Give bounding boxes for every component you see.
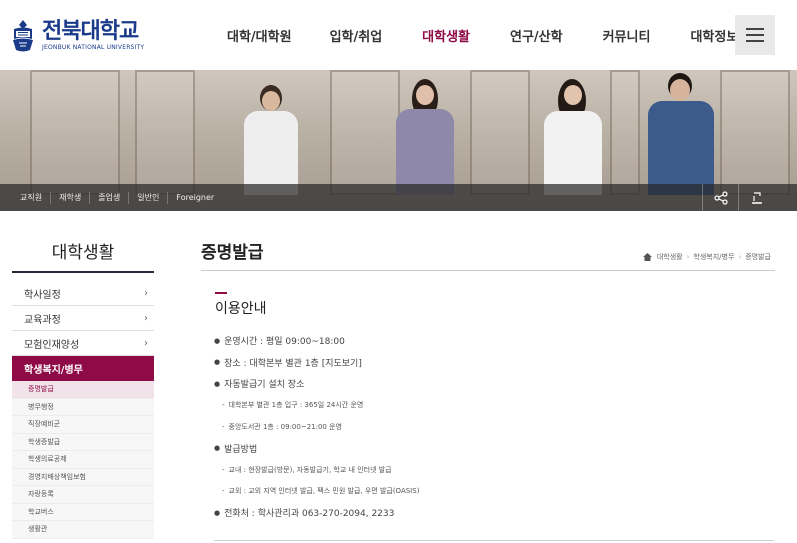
sidebar-item-academic-calendar[interactable]: 학사일정 › — [12, 281, 154, 306]
print-icon — [751, 191, 762, 204]
emblem-icon — [13, 20, 33, 52]
hero-banner: 교직원 재학생 졸업생 일반인 Foreigner — [0, 70, 797, 211]
info-subrow: - 중앙도서관 1층 : 09:00~21:00 운영 — [222, 422, 342, 431]
submenu-item-medical[interactable]: 학생의료공제 — [12, 451, 154, 469]
quick-link-students[interactable]: 재학생 — [51, 191, 91, 204]
student-photo — [540, 79, 604, 195]
info-subrow: - 대학본부 별관 1층 입구 : 365일 24시간 운영 — [222, 401, 364, 410]
breadcrumb: 대학생활 › 학생복지/병무 › 증명발급 — [642, 252, 771, 262]
chevron-right-icon: › — [144, 287, 148, 299]
sidebar-title: 대학생활 — [51, 243, 115, 263]
submenu-item-insurance[interactable]: 경영지배상책임보험 — [12, 469, 154, 486]
submenu-item-certificate[interactable]: 증명발급 — [12, 381, 154, 399]
submenu-item-reserve[interactable]: 직장예비군 — [12, 416, 154, 434]
quick-link-foreigner[interactable]: Foreigner — [168, 192, 222, 204]
info-subrow: - 교내 : 현장발급(방문), 자동발급기, 학교 내 인터넷 발급 — [222, 465, 392, 474]
section-accent — [215, 292, 227, 294]
info-row-kiosk: ● 자동발급기 설치 장소 — [214, 379, 305, 391]
student-photo — [240, 85, 300, 195]
breadcrumb-item[interactable]: 대학생활 — [657, 252, 683, 262]
info-row-method: ● 발급방법 — [214, 444, 258, 455]
title-divider — [201, 270, 775, 271]
logo-korean: 전북대학교 — [42, 19, 139, 44]
info-row-location: ● 장소 : 대학본부 별관 1층 [지도보기] — [214, 358, 362, 369]
submenu-item-military[interactable]: 병무행정 — [12, 399, 154, 416]
info-row-contact: ● 전화처 : 학사관리과 063-270-2094, 2233 — [214, 508, 395, 520]
sidebar-divider — [12, 271, 154, 273]
chevron-right-icon: › — [144, 337, 148, 349]
hamburger-menu-button[interactable] — [735, 15, 775, 55]
quick-link-staff[interactable]: 교직원 — [12, 191, 52, 204]
breadcrumb-item[interactable]: 증명발급 — [745, 252, 771, 262]
nav-admission[interactable]: 입학/취업 — [330, 26, 383, 45]
page-title: 증명발급 — [201, 243, 264, 263]
info-list: ● 운영시간 : 평일 09:00~18:00 ● 장소 : 대학본부 별관 1층 … — [214, 330, 774, 524]
sidebar-item-welfare[interactable]: 학생복지/병무 — [12, 356, 154, 381]
site-header: 전북대학교 JEONBUK NATIONAL UNIVERSITY 대학/대학원… — [0, 0, 797, 70]
university-logo[interactable]: 전북대학교 JEONBUK NATIONAL UNIVERSITY — [10, 17, 150, 55]
share-button[interactable] — [702, 184, 738, 211]
nav-info[interactable]: 대학정보 — [690, 26, 738, 45]
print-button[interactable] — [738, 184, 774, 211]
quick-link-public[interactable]: 일반인 — [129, 191, 169, 204]
student-photo — [392, 79, 456, 195]
info-subrow: - 교외 : 교외 지역 인터넷 발급, 팩스 민원 발급, 우편 발급(OASI… — [222, 487, 420, 496]
home-icon[interactable] — [642, 253, 652, 261]
sidebar-item-talent[interactable]: 모험인재양성 › — [12, 331, 154, 356]
quick-link-bar: 교직원 재학생 졸업생 일반인 Foreigner — [0, 184, 797, 211]
student-photo — [644, 73, 716, 195]
logo-english: JEONBUK NATIONAL UNIVERSITY — [42, 44, 145, 51]
share-icon — [713, 190, 728, 205]
quick-link-alumni[interactable]: 졸업생 — [90, 191, 130, 204]
breadcrumb-item[interactable]: 학생복지/병무 — [693, 252, 734, 262]
submenu-item-bus[interactable]: 학교버스 — [12, 504, 154, 521]
sidebar-item-curriculum[interactable]: 교육과정 › — [12, 306, 154, 331]
sidebar-menu: 학사일정 › 교육과정 › 모험인재양성 › 학생복지/병무 증명발급 병무행정… — [12, 281, 154, 539]
main-navigation: 대학/대학원 입학/취업 대학생활 연구/산학 커뮤니티 대학정보 — [205, 26, 738, 45]
nav-community[interactable]: 커뮤니티 — [603, 26, 651, 45]
section-title: 이용안내 — [215, 301, 267, 317]
nav-campus-life[interactable]: 대학생활 — [422, 26, 470, 45]
nav-university[interactable]: 대학/대학원 — [227, 26, 292, 45]
nav-research[interactable]: 연구/산학 — [510, 26, 563, 45]
submenu-item-student-id[interactable]: 학생증발급 — [12, 434, 154, 451]
content-divider — [214, 540, 774, 541]
submenu-item-dormitory[interactable]: 생활관 — [12, 521, 154, 539]
submenu-item-register[interactable]: 자랑등록 — [12, 486, 154, 504]
chevron-right-icon: › — [144, 312, 148, 324]
sidebar-submenu: 증명발급 병무행정 직장예비군 학생증발급 학생의료공제 경영지배상책임보험 자… — [12, 381, 154, 539]
hamburger-icon — [746, 28, 764, 30]
info-row-hours: ● 운영시간 : 평일 09:00~18:00 — [214, 336, 345, 348]
